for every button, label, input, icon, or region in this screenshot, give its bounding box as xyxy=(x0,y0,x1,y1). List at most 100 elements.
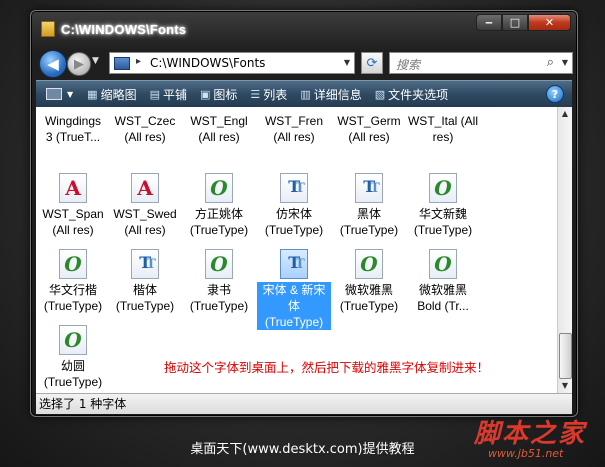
font-file-icon: A xyxy=(59,173,87,203)
tiles-button[interactable]: ▤ 平铺 xyxy=(150,86,187,103)
font-file-icon: O xyxy=(205,249,233,279)
font-item-label: 黑体 (TrueType) xyxy=(339,207,399,237)
font-item-label: 微软雅黑 (TrueType) xyxy=(339,283,399,313)
font-item[interactable]: TT 楷体 (TrueType) xyxy=(108,249,182,314)
font-item[interactable]: Wingdings 3 (TrueT... xyxy=(36,113,110,145)
folder-options-label: 文件夹选项 xyxy=(388,87,449,102)
font-item[interactable]: O 微软雅黑 (TrueType) xyxy=(332,249,406,314)
font-item[interactable]: WST_Fren (All res) xyxy=(257,113,331,145)
font-file-icon: TT xyxy=(355,173,383,203)
thumbnails-icon: ▦ xyxy=(87,87,98,101)
refresh-icon: ⟳ xyxy=(366,55,378,71)
search-placeholder: 搜索 xyxy=(396,58,421,72)
icons-icon: ▣ xyxy=(200,87,211,101)
truetype-glyph-icon: TT xyxy=(288,253,304,273)
close-button[interactable]: ✕ xyxy=(528,14,571,31)
address-row: ◀ ▶ ▼ ▸ C:\WINDOWS\Fonts ▼ ⟳ 搜索 ⌕ ▼ xyxy=(39,49,573,79)
opentype-glyph-icon: O xyxy=(64,328,82,352)
back-arrow-icon: ◀ xyxy=(47,55,59,73)
font-item[interactable]: O 华文新魏 (TrueType) xyxy=(406,173,480,238)
font-item[interactable]: O 方正姚体 (TrueType) xyxy=(182,173,256,238)
search-input[interactable]: 搜索 ⌕ ▼ xyxy=(389,52,573,74)
font-item[interactable]: O 隶书 (TrueType) xyxy=(182,249,256,314)
font-item[interactable]: WST_Engl (All res) xyxy=(182,113,256,145)
font-item[interactable]: TT 仿宋体 (TrueType) xyxy=(257,173,331,238)
font-item-label: 方正姚体 (TrueType) xyxy=(189,207,249,237)
font-file-icon: TT xyxy=(131,249,159,279)
scroll-down-icon[interactable]: ▼ xyxy=(558,379,572,393)
raster-font-glyph-icon: A xyxy=(137,176,153,200)
font-file-icon: O xyxy=(59,325,87,355)
window-controls: ‒ □ ✕ xyxy=(476,14,571,31)
opentype-glyph-icon: O xyxy=(434,252,452,276)
search-icon[interactable]: ⌕ xyxy=(547,55,554,70)
status-bar: 选择了 1 种字体 xyxy=(36,393,572,414)
help-icon[interactable]: ? xyxy=(546,85,564,103)
back-button[interactable]: ◀ xyxy=(39,50,67,78)
icons-button[interactable]: ▣ 图标 xyxy=(200,86,237,103)
refresh-button[interactable]: ⟳ xyxy=(361,52,383,74)
font-item-label: 宋体 & 新宋 体 (TrueType) xyxy=(257,282,331,330)
font-item[interactable]: O 华文行楷 (TrueType) xyxy=(36,249,110,314)
thumbnails-button[interactable]: ▦ 缩略图 xyxy=(87,86,136,103)
tiles-icon: ▤ xyxy=(149,87,160,101)
opentype-glyph-icon: O xyxy=(434,176,452,200)
scroll-up-icon[interactable]: ▲ xyxy=(558,107,572,121)
folder-icon xyxy=(41,21,55,37)
instruction-annotation: 拖动这个字体到桌面上，然后把下载的雅黑字体复制进来！ xyxy=(164,360,490,375)
opentype-glyph-icon: O xyxy=(210,176,228,200)
raster-font-glyph-icon: A xyxy=(65,176,81,200)
list-icon: ☰ xyxy=(250,87,261,101)
font-file-icon: O xyxy=(205,173,233,203)
window-title: C:\WINDOWS\Fonts xyxy=(61,21,187,37)
font-file-icon: TT xyxy=(280,173,308,203)
address-path[interactable]: C:\WINDOWS\Fonts xyxy=(150,56,265,70)
command-toolbar: ▼ ▦ 缩略图 ▤ 平铺 ▣ 图标 ☰ 列表 ▥ 详细信息 ▧ 文件夹选项 ? xyxy=(36,80,572,108)
details-label: 详细信息 xyxy=(313,87,362,102)
font-item-label: 楷体 (TrueType) xyxy=(115,283,175,313)
font-file-icon: A xyxy=(131,173,159,203)
font-item[interactable]: O 幼圆 (TrueType) xyxy=(36,325,110,390)
font-list: Wingdings 3 (TrueT... WST_Czec (All res) W… xyxy=(36,107,572,393)
font-item[interactable]: WST_Ital (All res) xyxy=(406,113,480,145)
vertical-scrollbar[interactable]: ▲ ▼ xyxy=(557,107,572,393)
address-dropdown-icon[interactable]: ▼ xyxy=(344,58,350,67)
font-file-icon: O xyxy=(429,173,457,203)
opentype-glyph-icon: O xyxy=(64,252,82,276)
title-bar[interactable]: C:\WINDOWS\Fonts xyxy=(41,19,186,39)
font-item-label: WST_Czec (All res) xyxy=(114,114,176,144)
status-text: 选择了 1 种字体 xyxy=(39,397,127,411)
font-item[interactable]: TT 黑体 (TrueType) xyxy=(332,173,406,238)
organize-menu[interactable]: ▼ xyxy=(46,88,73,100)
font-item[interactable]: WST_Czec (All res) xyxy=(108,113,182,145)
truetype-glyph-icon: TT xyxy=(363,177,379,197)
list-button[interactable]: ☰ 列表 xyxy=(250,86,287,103)
details-icon: ▥ xyxy=(300,87,311,101)
font-item[interactable]: A WST_Swed (All res) xyxy=(108,173,182,238)
maximize-button[interactable]: □ xyxy=(502,14,528,31)
truetype-glyph-icon: TT xyxy=(139,253,155,273)
font-item-label: Wingdings 3 (TrueT... xyxy=(44,114,102,144)
font-item[interactable]: O 微软雅黑 Bold (Tr... xyxy=(406,249,480,314)
scroll-thumb[interactable] xyxy=(559,333,572,379)
site-watermark: 脚本之家 www.jb51.net xyxy=(466,413,596,465)
watermark-title: 脚本之家 xyxy=(474,419,587,449)
font-item[interactable]: TT 宋体 & 新宋 体 (TrueType) xyxy=(257,249,331,330)
font-item[interactable]: WST_Germ (All res) xyxy=(332,113,406,145)
details-button[interactable]: ▥ 详细信息 xyxy=(300,86,361,103)
folder-options-icon: ▧ xyxy=(374,87,386,101)
address-bar[interactable]: ▸ C:\WINDOWS\Fonts ▼ xyxy=(109,52,355,74)
history-dropdown-icon[interactable]: ▼ xyxy=(92,56,99,66)
breadcrumb-separator[interactable]: ▸ xyxy=(136,56,141,67)
list-label: 列表 xyxy=(263,87,288,102)
search-dropdown-icon[interactable]: ▼ xyxy=(562,58,568,67)
font-file-icon: O xyxy=(429,249,457,279)
opentype-glyph-icon: O xyxy=(360,252,378,276)
explorer-window: C:\WINDOWS\Fonts ‒ □ ✕ ◀ ▶ ▼ ▸ C:\WINDOW… xyxy=(30,10,578,417)
font-item[interactable]: A WST_Span (All res) xyxy=(36,173,110,238)
forward-button[interactable]: ▶ xyxy=(67,52,91,76)
font-item-label: 幼圆 (TrueType) xyxy=(43,359,103,389)
minimize-button[interactable]: ‒ xyxy=(476,14,502,31)
opentype-glyph-icon: O xyxy=(210,252,228,276)
folder-options-button[interactable]: ▧ 文件夹选项 xyxy=(375,86,448,103)
